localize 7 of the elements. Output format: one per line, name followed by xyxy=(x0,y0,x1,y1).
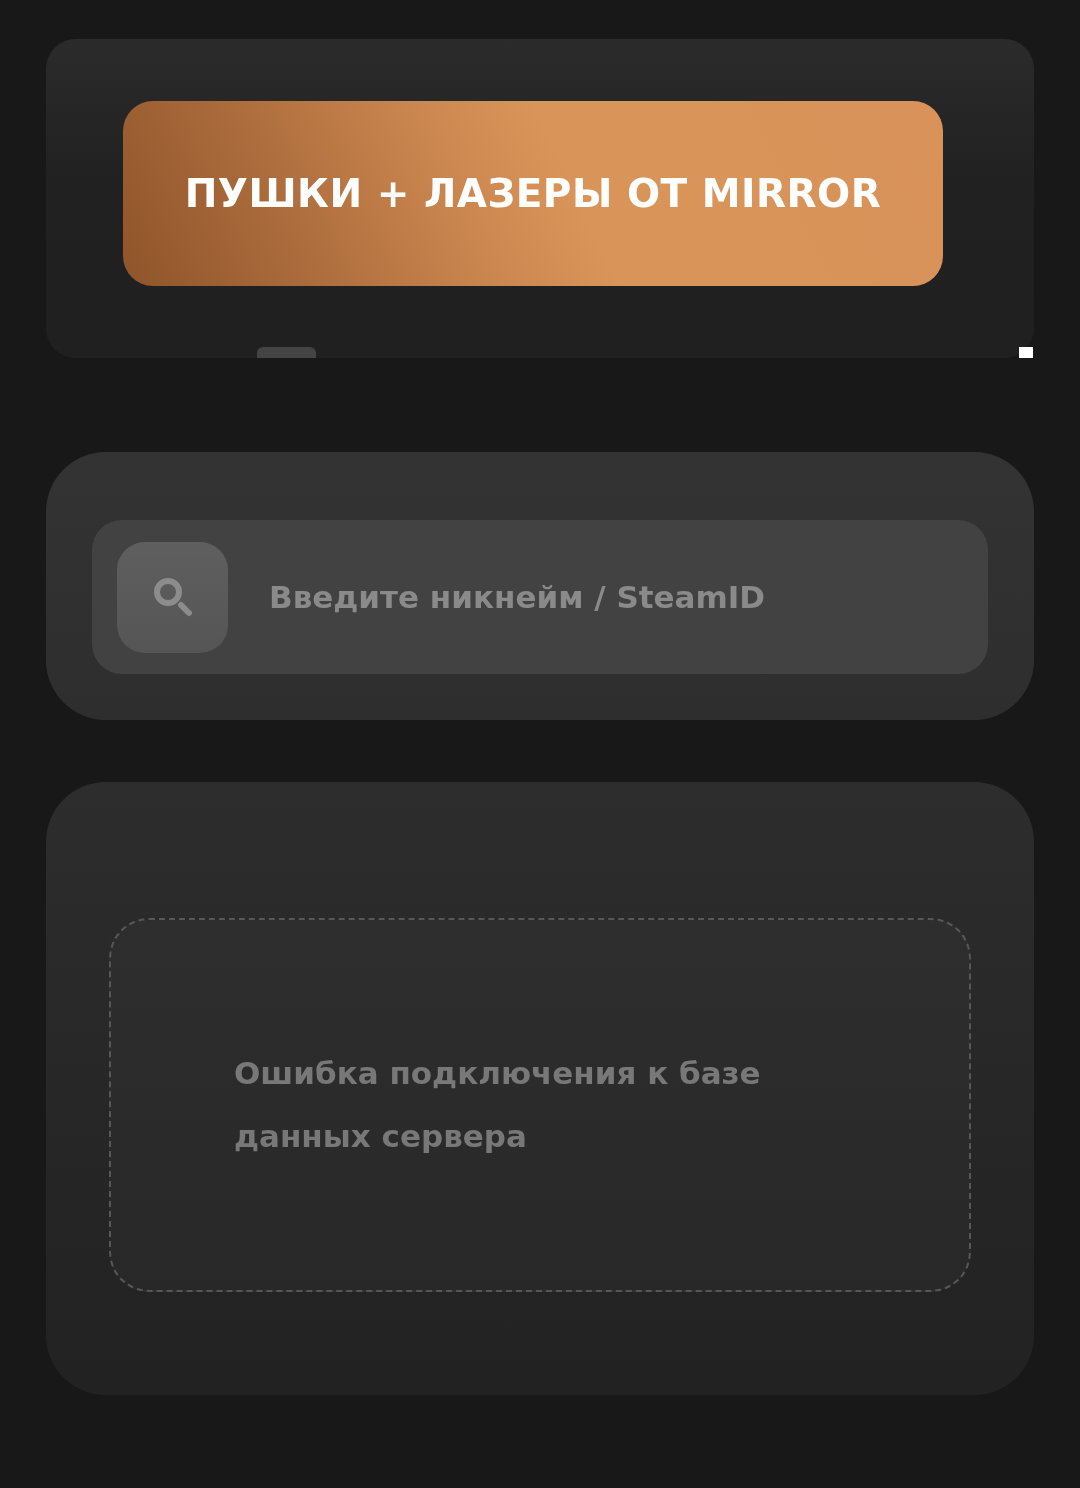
search-field[interactable]: Введите никнейм / SteamID xyxy=(92,520,988,674)
search-input[interactable]: Введите никнейм / SteamID xyxy=(269,572,968,622)
square-marker-icon xyxy=(1019,347,1033,358)
search-button[interactable] xyxy=(117,541,228,653)
promo-banner[interactable]: ПУШКИ + ЛАЗЕРЫ ОТ MIRROR xyxy=(123,101,943,286)
search-icon xyxy=(152,577,193,617)
error-message: Ошибка подключения к базе данных сервера xyxy=(234,1054,762,1156)
